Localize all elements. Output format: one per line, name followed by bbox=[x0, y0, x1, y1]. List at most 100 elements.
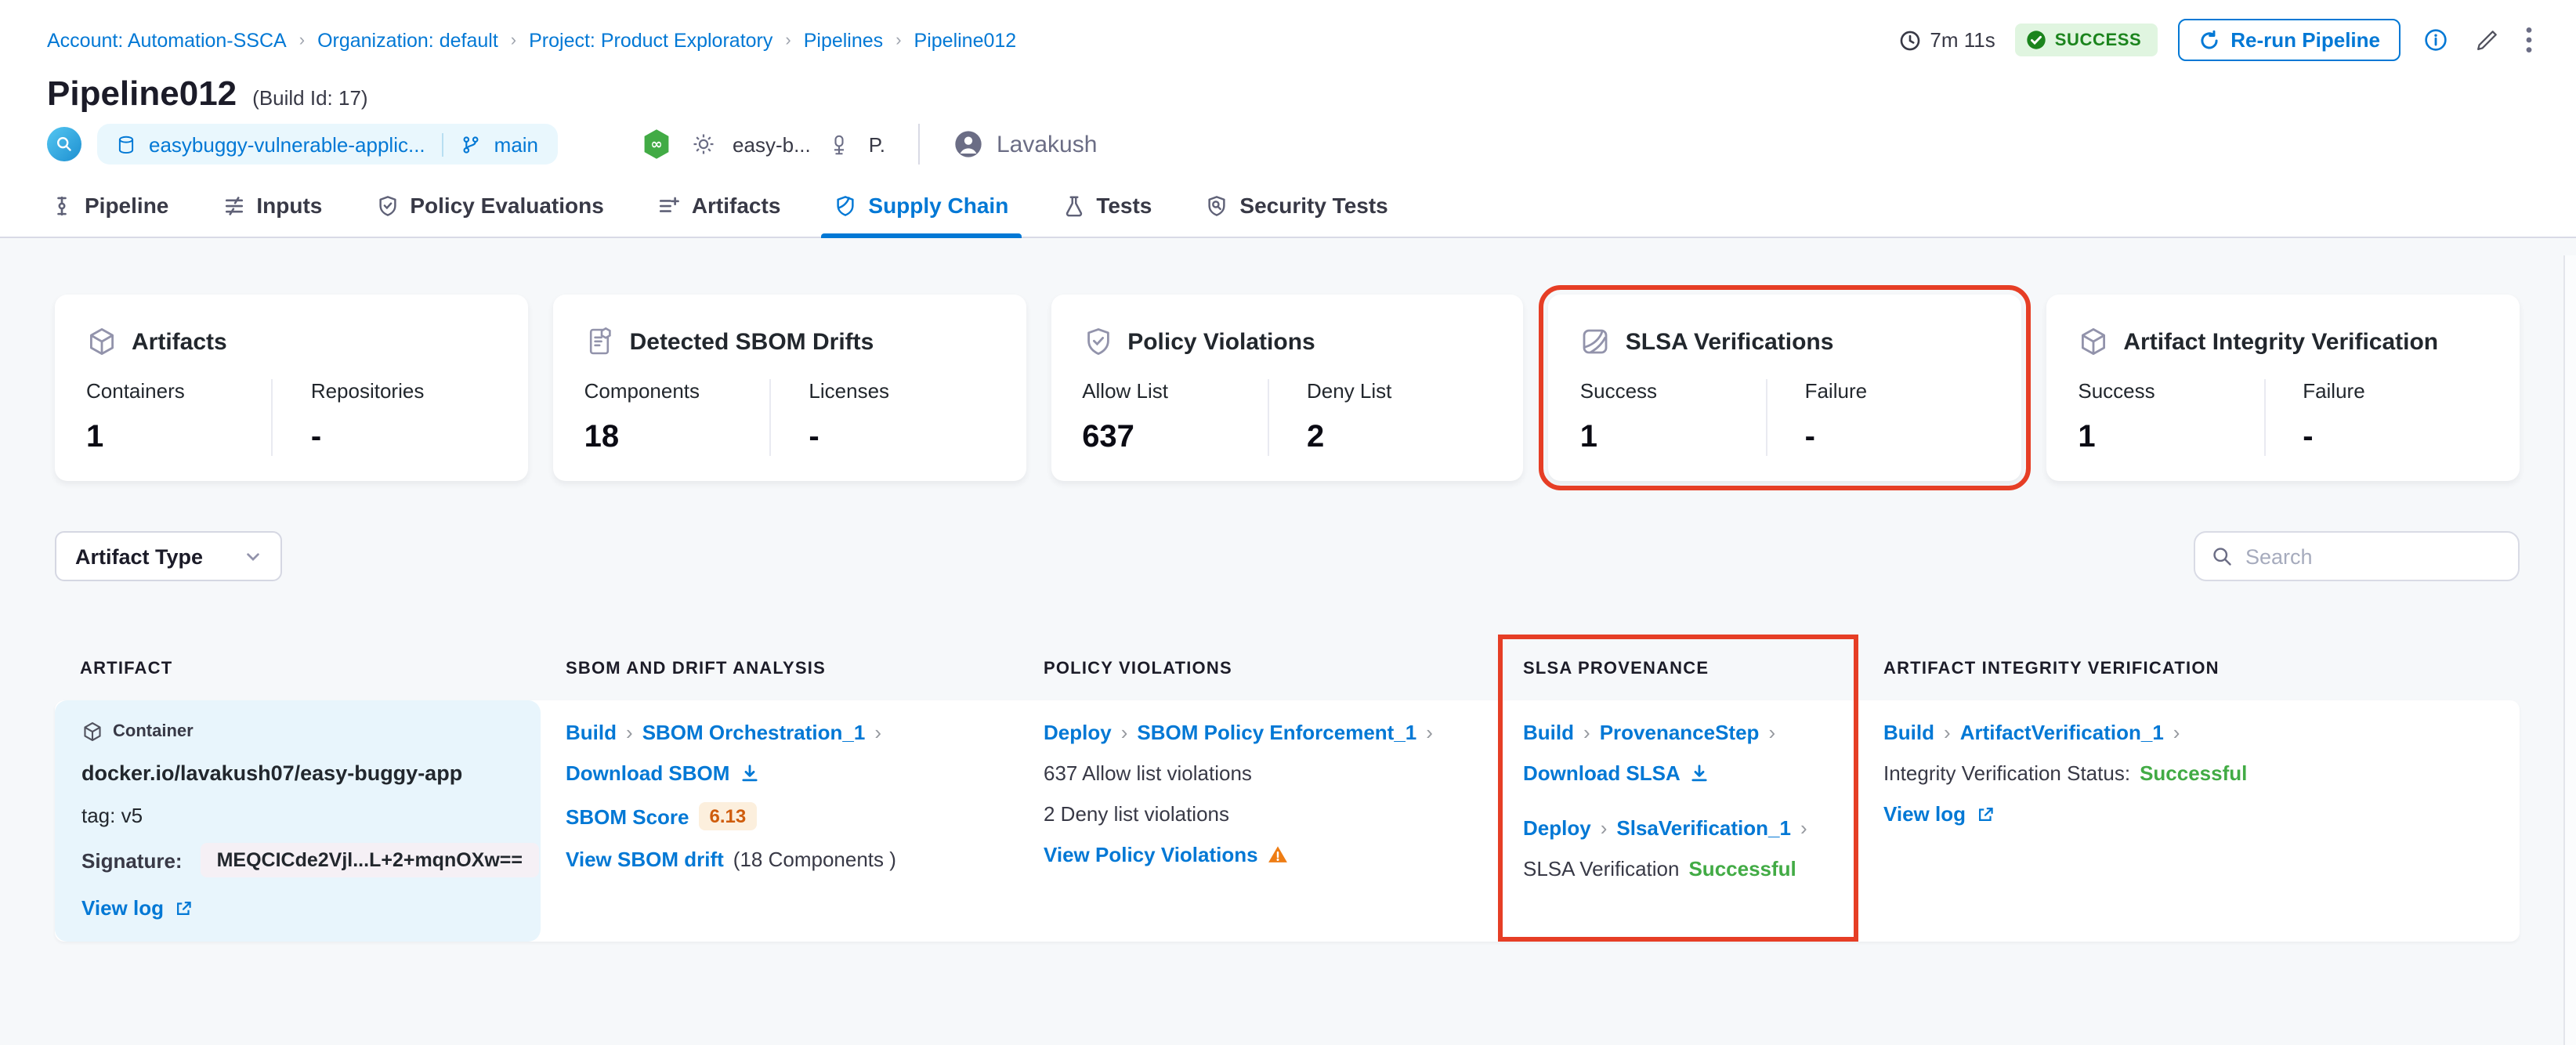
chevron-right-icon: › bbox=[626, 721, 633, 744]
flask-icon bbox=[1062, 193, 1085, 217]
download-icon bbox=[739, 763, 759, 783]
view-sbom-drift-link[interactable]: View SBOM drift bbox=[566, 848, 724, 871]
pipeline-icon bbox=[50, 193, 74, 217]
user-name: Lavakush bbox=[996, 131, 1098, 157]
artifact-tag: tag: v5 bbox=[81, 804, 143, 827]
view-log-link[interactable]: View log bbox=[1883, 802, 1994, 826]
stat-value: 1 bbox=[86, 420, 104, 454]
breadcrumb-item-project[interactable]: Project: Product Exploratory bbox=[529, 29, 772, 51]
slsa-verification-label: SLSA Verification bbox=[1523, 857, 1680, 880]
card-title: Policy Violations bbox=[1127, 328, 1315, 355]
tab-inputs[interactable]: Inputs bbox=[219, 177, 325, 237]
breadcrumb-separator: › bbox=[895, 31, 902, 49]
stage-link[interactable]: Deploy bbox=[1523, 816, 1591, 840]
card-title: SLSA Verifications bbox=[1625, 328, 1834, 355]
step-link[interactable]: SlsaVerification_1 bbox=[1616, 816, 1791, 840]
search-input[interactable] bbox=[2245, 544, 2502, 568]
column-header-artifact: ARTIFACT bbox=[80, 660, 173, 678]
branch-name[interactable]: main bbox=[494, 132, 538, 156]
breadcrumb-item-pipeline012[interactable]: Pipeline012 bbox=[914, 29, 1017, 51]
sbom-drift-detail: (18 Components ) bbox=[733, 848, 896, 871]
integrity-cube-icon bbox=[2078, 326, 2109, 357]
meta-divider bbox=[917, 124, 920, 165]
cd-hexagon-icon: ∞ bbox=[639, 127, 673, 161]
view-policy-violations-label: View Policy Violations bbox=[1044, 843, 1258, 866]
stat-value: - bbox=[2303, 420, 2314, 454]
stat-label: Failure bbox=[2303, 379, 2365, 403]
breadcrumb-item-organization[interactable]: Organization: default bbox=[317, 29, 498, 51]
check-circle-icon bbox=[2027, 30, 2047, 50]
stat-label: Containers bbox=[86, 379, 185, 403]
service-name[interactable]: easy-b... bbox=[733, 132, 811, 156]
sbom-score-link[interactable]: SBOM Score bbox=[566, 805, 689, 828]
view-policy-violations-link[interactable]: View Policy Violations bbox=[1044, 843, 1288, 866]
tab-label: Inputs bbox=[256, 193, 323, 218]
breadcrumb: Account: Automation-SSCA › Organization:… bbox=[47, 29, 1016, 51]
environment-name[interactable]: P. bbox=[869, 132, 885, 156]
search-icon bbox=[2211, 545, 2233, 567]
duration: 7m 11s bbox=[1898, 28, 1995, 52]
status-badge-label: SUCCESS bbox=[2054, 31, 2142, 49]
svg-text:∞: ∞ bbox=[649, 136, 661, 153]
edit-icon[interactable] bbox=[2471, 24, 2502, 56]
tab-label: Policy Evaluations bbox=[410, 193, 604, 218]
search-box bbox=[2194, 531, 2520, 581]
supply-chain-content: Artifacts Containers 1 Repositories - Dete… bbox=[0, 238, 2576, 1045]
step-link[interactable]: SBOM Orchestration_1 bbox=[642, 721, 866, 744]
slsa-icon bbox=[1580, 326, 1612, 357]
column-header-slsa-provenance: SLSA PROVENANCE bbox=[1523, 660, 1709, 678]
slsa-provenance-cell: Build › ProvenanceStep › Download SLSA D… bbox=[1498, 700, 1858, 942]
stage-link[interactable]: Build bbox=[566, 721, 617, 744]
repo-name[interactable]: easybuggy-vulnerable-applic... bbox=[149, 132, 425, 156]
view-log-link[interactable]: View log bbox=[81, 896, 192, 920]
integrity-status-value: Successful bbox=[2140, 761, 2248, 785]
breadcrumb-item-account[interactable]: Account: Automation-SSCA bbox=[47, 29, 287, 51]
security-shield-icon bbox=[1205, 193, 1228, 217]
artifact-type-chip: Container bbox=[113, 722, 194, 741]
repo-branch-pill: easybuggy-vulnerable-applic... main bbox=[97, 124, 558, 165]
user-chip: Lavakush bbox=[953, 128, 1097, 160]
tab-label: Artifacts bbox=[691, 193, 781, 218]
stat-label: Success bbox=[1579, 379, 1658, 403]
stage-link[interactable]: Build bbox=[1883, 721, 1934, 744]
breadcrumb-item-pipelines[interactable]: Pipelines bbox=[804, 29, 883, 51]
sbom-cell: Build › SBOM Orchestration_1 › Download … bbox=[541, 700, 1018, 942]
card-artifacts: Artifacts Containers 1 Repositories - bbox=[55, 295, 528, 481]
stage-link[interactable]: Deploy bbox=[1044, 721, 1112, 744]
tab-security-tests[interactable]: Security Tests bbox=[1202, 177, 1391, 237]
step-link[interactable]: ProvenanceStep bbox=[1600, 721, 1760, 744]
allow-list-violations: 637 Allow list violations bbox=[1044, 761, 1252, 785]
inputs-icon bbox=[222, 193, 245, 217]
environment-icon bbox=[828, 132, 852, 156]
rerun-pipeline-button[interactable]: Re-run Pipeline bbox=[2177, 19, 2401, 61]
service-gear-icon bbox=[690, 132, 715, 157]
tab-pipeline[interactable]: Pipeline bbox=[47, 177, 172, 237]
vertical-scrollbar[interactable] bbox=[2563, 255, 2576, 1045]
tab-policy-evaluations[interactable]: Policy Evaluations bbox=[372, 177, 606, 237]
artifacts-table: ARTIFACT SBOM AND DRIFT ANALYSIS POLICY … bbox=[55, 635, 2520, 942]
tab-tests[interactable]: Tests bbox=[1058, 177, 1155, 237]
more-options-icon[interactable] bbox=[2523, 24, 2535, 56]
stat-label: Failure bbox=[1804, 379, 1868, 403]
card-sbom-drifts: Detected SBOM Drifts Components 18 Licens… bbox=[552, 295, 1026, 481]
download-slsa-link[interactable]: Download SLSA bbox=[1523, 761, 1710, 785]
stage-link[interactable]: Build bbox=[1523, 721, 1574, 744]
step-link[interactable]: SBOM Policy Enforcement_1 bbox=[1137, 721, 1416, 744]
step-link[interactable]: ArtifactVerification_1 bbox=[1960, 721, 2164, 744]
column-header-policy-violations: POLICY VIOLATIONS bbox=[1044, 660, 1232, 678]
stat-value: - bbox=[809, 420, 819, 454]
info-icon[interactable] bbox=[2421, 25, 2451, 55]
summary-cards: Artifacts Containers 1 Repositories - Dete… bbox=[55, 285, 2520, 490]
tab-supply-chain[interactable]: Supply Chain bbox=[821, 177, 1022, 238]
slsa-verification-status: Successful bbox=[1688, 857, 1796, 880]
artifact-type-select[interactable]: Artifact Type bbox=[55, 531, 282, 581]
tab-artifacts[interactable]: Artifacts bbox=[654, 177, 784, 237]
build-stage-icon bbox=[47, 127, 81, 161]
artifact-cell: Container docker.io/lavakush07/easy-bugg… bbox=[55, 700, 541, 942]
tab-label: Supply Chain bbox=[868, 193, 1009, 218]
build-id: (Build Id: 17) bbox=[252, 86, 368, 110]
page-title: Pipeline012 bbox=[47, 74, 237, 113]
integrity-verification-cell: Build › ArtifactVerification_1 › Integri… bbox=[1858, 700, 2520, 942]
status-badge: SUCCESS bbox=[2015, 24, 2158, 56]
download-sbom-link[interactable]: Download SBOM bbox=[566, 761, 759, 785]
